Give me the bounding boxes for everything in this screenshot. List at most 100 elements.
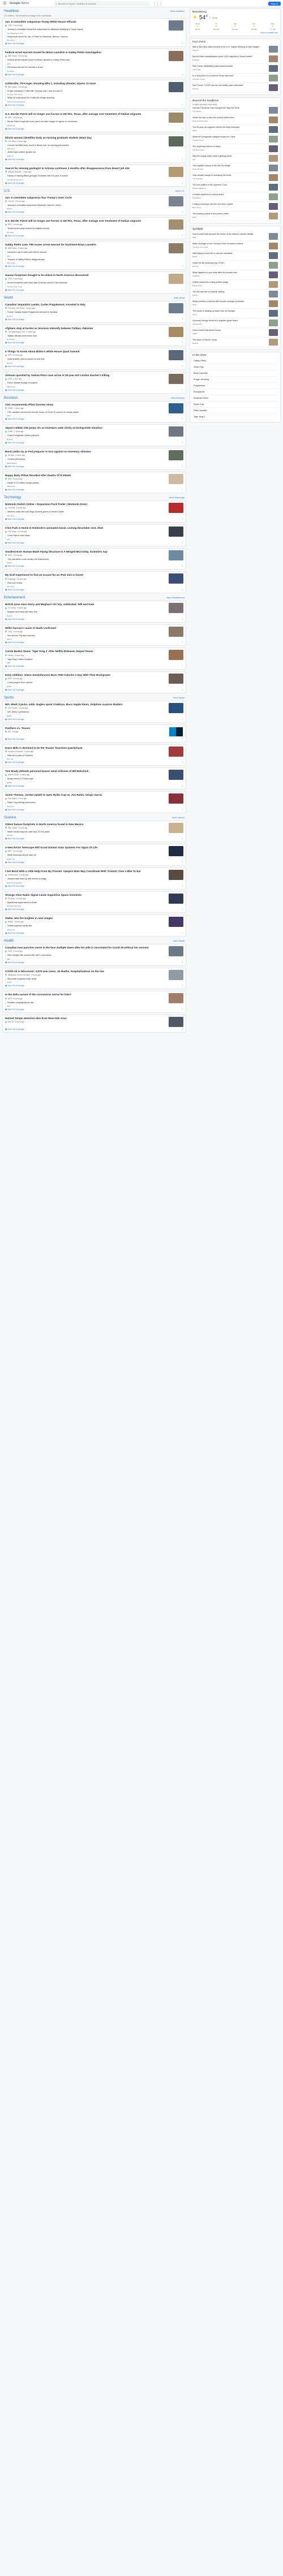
sidebar-story-thumbnail[interactable]: [269, 300, 278, 307]
sidebar-story[interactable]: What the Evergrande collapse means for C…: [192, 135, 278, 144]
news-topic-link[interactable]: Pfizer booster: [192, 408, 278, 414]
related-headline[interactable]: Webb telescope launch date set: [5, 853, 166, 857]
related-source[interactable]: Nature: [5, 562, 166, 564]
sidebar-story-headline[interactable]: Fact Check: COVID vaccine and fertility …: [192, 84, 267, 87]
story-source[interactable]: NFL: [8, 731, 11, 733]
full-coverage-link[interactable]: ▦ View Full Coverage: [5, 74, 183, 76]
related-headline[interactable]: Mysterious signal traced to Earth: [5, 900, 166, 905]
story-headline[interactable]: Federal arrest warrant issued for Brian …: [5, 51, 166, 54]
health-title[interactable]: Health: [4, 939, 14, 943]
sidebar-story-thumbnail[interactable]: [269, 75, 278, 81]
story-thumbnail[interactable]: [169, 626, 183, 637]
search-bar[interactable]: ⌕ Search for topics, locations & sources: [54, 1, 151, 6]
full-coverage-link[interactable]: ▦ View Full Coverage: [5, 289, 183, 291]
story-source[interactable]: The Verge: [8, 530, 16, 533]
sidebar-story-thumbnail[interactable]: [269, 243, 278, 249]
story-headline[interactable]: Willie Garson's cause of death confirmed: [5, 627, 166, 630]
related-source[interactable]: Variety: [5, 638, 166, 640]
story-thumbnail[interactable]: [169, 274, 183, 284]
story-thumbnail[interactable]: [169, 770, 183, 780]
story-thumbnail[interactable]: [169, 846, 183, 857]
share-icon[interactable]: ⇪: [182, 564, 183, 567]
related-source[interactable]: CBS News: [5, 124, 166, 127]
story-source[interactable]: Smithsonian: [8, 874, 18, 876]
story-source[interactable]: NPR: [8, 223, 12, 226]
story-source[interactable]: CNBC: [8, 430, 13, 433]
related-headline[interactable]: Brady returns to Foxborough: [5, 777, 166, 781]
full-coverage-link[interactable]: ▦ View Full Coverage: [5, 689, 183, 691]
sidebar-story[interactable]: The future of electric trucks Reuters: [192, 338, 278, 347]
us-title[interactable]: U.S.: [4, 189, 11, 193]
share-icon[interactable]: ⇪: [182, 517, 183, 520]
story-thumbnail[interactable]: [169, 527, 183, 537]
sidebar-story-headline[interactable]: The 50-year-old engineer behind the Mars…: [192, 126, 267, 129]
story-thumbnail[interactable]: [169, 112, 183, 123]
full-coverage-link[interactable]: ▦ View Full Coverage: [5, 542, 183, 544]
story-source[interactable]: NPR: [8, 678, 12, 680]
related-source[interactable]: People: [5, 615, 166, 617]
story-thumbnail[interactable]: [169, 969, 183, 980]
related-source[interactable]: NFL.com: [5, 758, 166, 760]
share-icon[interactable]: ⇪: [182, 1028, 183, 1030]
sidebar-story-thumbnail[interactable]: [269, 65, 278, 72]
sidebar-story[interactable]: The surprising science of sleep The New Y…: [192, 144, 278, 154]
news-topic-link[interactable]: Puigdemont: [192, 383, 278, 389]
story-thumbnail[interactable]: [169, 166, 183, 177]
related-source[interactable]: ESPN: [5, 782, 166, 784]
more-entertainment-link[interactable]: More Entertainment: [166, 597, 185, 599]
related-headline[interactable]: Vampire bats meet up with friends to for…: [5, 877, 166, 881]
related-source[interactable]: PGA Tour: [5, 805, 166, 808]
story-source[interactable]: NPR: [8, 850, 12, 852]
share-icon[interactable]: ⇪: [182, 588, 183, 591]
related-source[interactable]: The Verge: [5, 515, 166, 517]
share-icon[interactable]: ⇪: [182, 665, 183, 667]
related-source[interactable]: The Washington Post: [5, 32, 166, 34]
story-headline[interactable]: Bond yields rip as Fed prepares to turn …: [5, 450, 166, 454]
sidebar-story-headline[interactable]: The rise and fall of a startup darling: [192, 291, 267, 294]
story-source[interactable]: Fox News: [8, 607, 16, 609]
related-source[interactable]: Al Jazeera: [5, 338, 166, 340]
story-source[interactable]: CBS Sports: [8, 707, 18, 709]
share-icon[interactable]: ⇪: [182, 961, 183, 964]
news-topic-link[interactable]: Gabby Petito: [192, 358, 278, 364]
related-headline[interactable]: CDC advisers recommend booster doses of …: [5, 410, 166, 415]
story-thumbnail[interactable]: [169, 326, 183, 337]
share-icon[interactable]: ⇪: [182, 908, 183, 911]
related-headline[interactable]: Coroner identifies body found in Illinoi…: [5, 143, 166, 148]
related-headline[interactable]: Sex and the City star mourned: [5, 633, 166, 638]
story-headline[interactable]: Tom Brady defends personal banner amid c…: [5, 770, 166, 773]
story-headline[interactable]: Canadian Separatist Leader, Carles Puigd…: [5, 303, 166, 307]
share-icon[interactable]: ⇪: [182, 784, 183, 787]
full-coverage-link[interactable]: ▦ View Full Coverage: [5, 1028, 183, 1030]
related-source[interactable]: Reuters: [5, 315, 166, 317]
sidebar-story[interactable]: How a small town became the center of th…: [192, 232, 278, 241]
story-headline[interactable]: 5 Things To Know About Biden's White Hou…: [5, 350, 166, 353]
sidebar-story-thumbnail[interactable]: [269, 213, 278, 219]
full-coverage-link[interactable]: ▦ View Full Coverage: [5, 838, 183, 840]
full-coverage-link[interactable]: ▦ View Full Coverage: [5, 961, 183, 964]
share-icon[interactable]: ⇪: [182, 318, 183, 321]
story-source[interactable]: NPR: [8, 554, 12, 556]
news-topic-link[interactable]: Kroger shooting: [192, 377, 278, 383]
related-headline[interactable]: Man charged with assault after wife's va…: [5, 953, 166, 957]
full-coverage-link[interactable]: ▦ View Full Coverage: [5, 761, 183, 763]
story-headline[interactable]: Afghans stop at border as tensions inten…: [5, 327, 166, 330]
story-headline[interactable]: Japan's Nikkei 225 jumps 2% as investors…: [5, 426, 166, 430]
story-thumbnail[interactable]: [169, 793, 183, 804]
technology-title[interactable]: Technology: [4, 496, 21, 499]
share-icon[interactable]: ⇪: [182, 42, 183, 45]
sidebar-story-headline[interactable]: A hidden epidemic in rural America: [192, 193, 267, 196]
related-headline[interactable]: Border Patrol suspends horse patrol unit…: [5, 119, 166, 124]
full-coverage-link[interactable]: ▦ View Full Coverage: [5, 489, 183, 491]
story-headline[interactable]: NFL Week 3 picks, odds: Eagles upset Cow…: [5, 703, 166, 706]
related-source[interactable]: USA Today: [5, 262, 166, 264]
related-source[interactable]: ESPN: [5, 685, 166, 688]
story-source[interactable]: CNN: [8, 378, 12, 380]
sidebar-story-thumbnail[interactable]: [269, 174, 278, 181]
story-headline[interactable]: Nintendo Switch Online + Expansion Pack …: [5, 503, 166, 506]
story-thumbnail[interactable]: [169, 893, 183, 904]
story-thumbnail[interactable]: [169, 136, 183, 146]
search-input[interactable]: Search for topics, locations & sources: [58, 2, 96, 5]
related-headline[interactable]: Recall of 3.3 million lounger pillows: [5, 481, 166, 485]
sidebar-story-thumbnail[interactable]: [269, 291, 278, 297]
